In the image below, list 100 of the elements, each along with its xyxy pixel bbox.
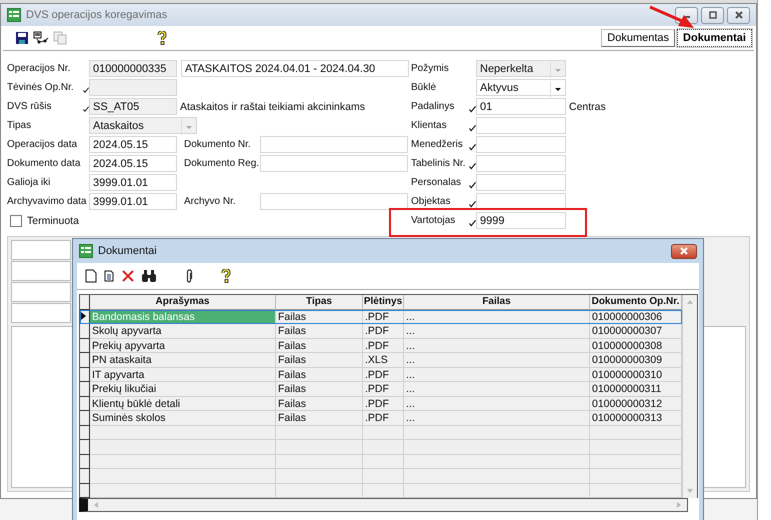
empty-field[interactable]	[11, 303, 71, 323]
tab[interactable]: Dokumentai	[677, 29, 752, 47]
row-header-cell[interactable]	[80, 454, 90, 469]
input-field[interactable]	[476, 155, 566, 172]
row-header-cell[interactable]	[80, 426, 90, 440]
table-cell: 010000000311	[590, 382, 682, 396]
tab[interactable]: Dokumentas	[601, 29, 676, 47]
table-row[interactable]: IT apyvarta Failas .PDF ... 010000000310	[80, 368, 682, 382]
column-header[interactable]: Aprašymas	[90, 295, 276, 310]
field-label: Operacijos data	[7, 138, 78, 150]
row-header-cell[interactable]	[80, 324, 90, 338]
table-cell: Prekių likučiai	[90, 382, 276, 396]
dropdown-field[interactable]: Neperkelta	[476, 60, 566, 77]
table-cell: 010000000306	[590, 310, 682, 324]
table-row[interactable]: PN ataskaita Failas .XLS ... 010000000309	[80, 353, 682, 368]
input-field[interactable]: 3999.01.01	[89, 193, 177, 210]
dropdown-field[interactable]: Ataskaitos	[89, 117, 197, 134]
new-document-icon[interactable]	[85, 269, 97, 283]
table-row[interactable]: Klientų būklė detali Failas .PDF ... 010000000312	[80, 396, 682, 411]
table-cell	[363, 469, 404, 484]
column-header[interactable]: Dokumento Op.Nr.	[590, 295, 682, 310]
table-cell: 010000000313	[590, 411, 682, 426]
dropdown-field[interactable]: Aktyvus	[476, 79, 566, 96]
table-cell: Failas	[276, 338, 363, 353]
field-label: Galioja iki	[7, 176, 52, 188]
empty-field[interactable]	[11, 261, 71, 281]
row-header-cell[interactable]	[80, 353, 90, 368]
window-title: Dokumentai	[98, 245, 157, 257]
input-field[interactable]	[89, 79, 177, 96]
row-header-cell[interactable]	[80, 411, 90, 426]
table-cell: PN ataskaita	[90, 353, 276, 368]
table-row[interactable]: Bandomasis balansas Failas .PDF ... 010000000306	[80, 310, 682, 324]
table-row[interactable]: Prekių apyvarta Failas .PDF ... 010000000308	[80, 338, 682, 353]
row-header-cell[interactable]	[80, 469, 90, 484]
table-cell: ...	[404, 396, 590, 411]
row-header-cell[interactable]	[80, 310, 90, 324]
restore-button[interactable]	[701, 6, 724, 24]
close-icon	[734, 10, 744, 20]
input-field[interactable]: 3999.01.01	[89, 174, 177, 191]
field-label: Tėvinės Op.Nr.	[7, 82, 75, 94]
input-field[interactable]: ATASKAITOS 2024.04.01 - 2024.04.30	[181, 60, 409, 77]
check-icon	[469, 200, 476, 208]
field-label: Vartotojas	[411, 214, 456, 226]
input-field[interactable]: 9999	[476, 212, 566, 229]
row-header-cell[interactable]	[80, 338, 90, 353]
input-field[interactable]	[476, 117, 566, 134]
close-button[interactable]	[671, 244, 697, 258]
table-cell: Failas	[276, 368, 363, 382]
table-cell	[363, 426, 404, 440]
table-cell: Failas	[276, 324, 363, 338]
table-cell: Skolų apyvarta	[90, 324, 276, 338]
table-row[interactable]: Prekių likučiai Failas .PDF ... 010000000311	[80, 382, 682, 396]
input-field[interactable]: SS_AT05	[89, 98, 177, 115]
column-header[interactable]: Failas	[404, 295, 590, 310]
input-field[interactable]	[260, 193, 408, 210]
input-field[interactable]	[260, 136, 408, 153]
input-field[interactable]	[260, 155, 408, 172]
check-icon	[469, 180, 476, 188]
input-field[interactable]: 010000000335	[89, 60, 177, 77]
window-title: DVS operacijos koregavimas	[26, 9, 168, 21]
checkbox[interactable]	[10, 214, 22, 226]
column-header[interactable]: Plėtinys	[363, 295, 404, 310]
column-header[interactable]: Tipas	[276, 295, 363, 310]
row-header-cell[interactable]	[80, 484, 90, 498]
row-header-cell	[80, 295, 90, 310]
table-cell: Failas	[276, 382, 363, 396]
table-cell: 010000000312	[590, 396, 682, 411]
document-icon[interactable]	[103, 269, 115, 283]
current-row-icon	[80, 312, 86, 320]
delete-icon[interactable]	[121, 269, 135, 283]
table-cell: .PDF	[363, 324, 404, 338]
help-icon[interactable]	[221, 269, 231, 283]
input-field[interactable]: 2024.05.15	[89, 155, 177, 172]
row-header-cell[interactable]	[80, 396, 90, 411]
input-field[interactable]: 01	[476, 98, 566, 115]
save-icon[interactable]	[15, 31, 29, 45]
row-header-cell[interactable]	[80, 368, 90, 382]
table-cell: 010000000309	[590, 353, 682, 368]
field-label: Dokumento Nr.	[184, 139, 252, 150]
check-icon	[83, 104, 89, 112]
row-header-cell[interactable]	[80, 440, 90, 454]
input-field[interactable]	[476, 136, 566, 153]
paperclip-icon[interactable]	[185, 269, 193, 283]
empty-field[interactable]	[11, 282, 71, 302]
field-label: Personalas	[411, 176, 462, 188]
table-cell: ...	[404, 353, 590, 368]
network-icon[interactable]	[33, 31, 49, 45]
table-cell	[363, 440, 404, 454]
input-field[interactable]: 2024.05.15	[89, 136, 177, 153]
table-cell: ...	[404, 338, 590, 353]
field-label: Dokumento Reg.	[184, 158, 260, 169]
empty-field[interactable]	[11, 240, 71, 260]
table-row[interactable]: Skolų apyvarta Failas .PDF ... 010000000307	[80, 324, 682, 338]
row-header-cell[interactable]	[80, 382, 90, 396]
input-field[interactable]	[476, 174, 566, 191]
table-row[interactable]: Suminės skolos Failas .PDF ... 010000000313	[80, 411, 682, 426]
help-icon[interactable]	[157, 31, 167, 45]
check-icon	[469, 218, 476, 226]
close-button[interactable]	[727, 6, 750, 24]
binoculars-icon[interactable]	[141, 269, 157, 283]
